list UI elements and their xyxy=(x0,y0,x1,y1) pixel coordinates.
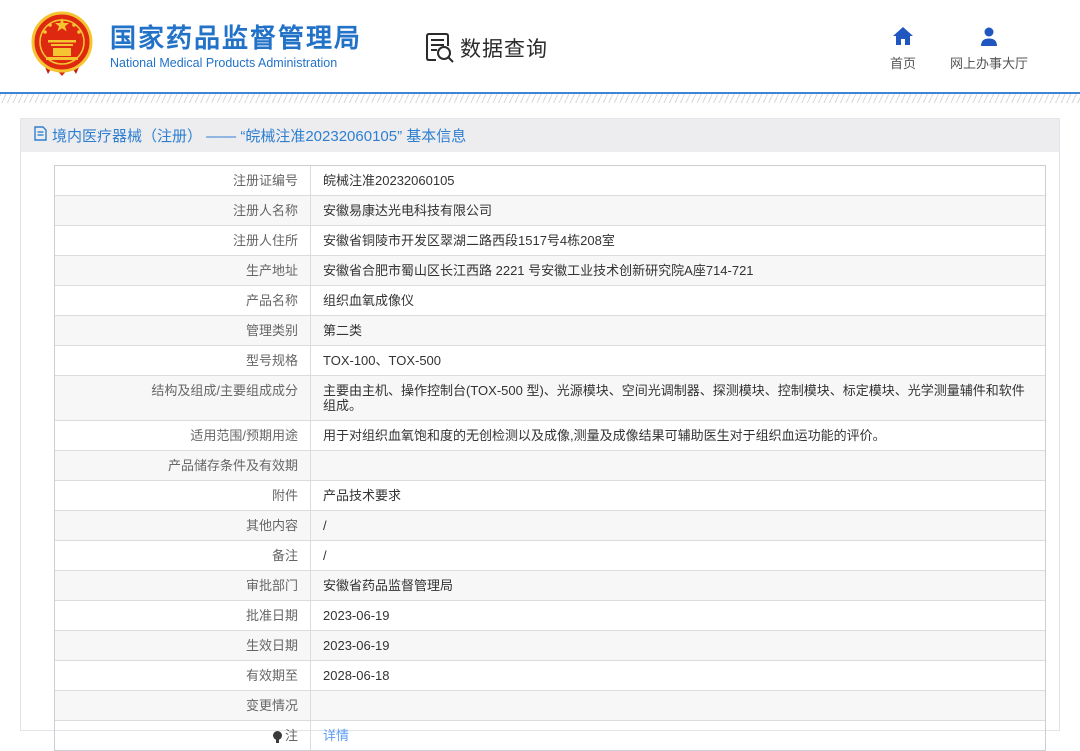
row-label: 产品名称 xyxy=(55,286,311,315)
info-panel: 境内医疗器械（注册） —— “皖械注准20232060105” 基本信息 注册证… xyxy=(20,118,1060,751)
row-label: 有效期至 xyxy=(55,661,311,690)
row-label: 型号规格 xyxy=(55,346,311,375)
table-row: 生效日期 2023-06-19 xyxy=(55,630,1045,660)
brand[interactable]: 国家药品监督管理局 National Medical Products Admi… xyxy=(28,10,362,83)
table-row: 适用范围/预期用途 用于对组织血氧饱和度的无创检测以及成像,测量及成像结果可辅助医… xyxy=(55,420,1045,450)
row-value: 详情 xyxy=(311,721,1045,750)
row-value: 安徽易康达光电科技有限公司 xyxy=(323,203,493,218)
row-value: / xyxy=(323,518,327,533)
row-value: 安徽省铜陵市开发区翠湖二路西段1517号4栋208室 xyxy=(323,233,615,248)
row-value: 2028-06-18 xyxy=(323,668,390,683)
table-row: 有效期至 2028-06-18 xyxy=(55,660,1045,690)
nav-label: 首页 xyxy=(889,56,916,71)
row-label: 结构及组成/主要组成成分 xyxy=(55,376,311,420)
table-row: 型号规格 TOX-100、TOX-500 xyxy=(55,345,1045,375)
header-divider-hatch xyxy=(0,94,1080,103)
table-row: 产品储存条件及有效期 xyxy=(55,450,1045,480)
row-value: 安徽省合肥市蜀山区长江西路 2221 号安徽工业技术创新研究院A座714-721 xyxy=(323,263,754,278)
panel-title: 境内医疗器械（注册） —— “皖械注准20232060105” 基本信息 xyxy=(34,125,466,146)
row-value xyxy=(311,451,1045,480)
row-label: 生产地址 xyxy=(55,256,311,285)
table-row: 生产地址 安徽省合肥市蜀山区长江西路 2221 号安徽工业技术创新研究院A座714… xyxy=(55,255,1045,285)
table-row: 管理类别 第二类 xyxy=(55,315,1045,345)
table-row: 附件 产品技术要求 xyxy=(55,480,1045,510)
table-row: 注册人名称 安徽易康达光电科技有限公司 xyxy=(55,195,1045,225)
detail-link[interactable]: 详情 xyxy=(323,728,349,743)
row-value xyxy=(311,691,1045,720)
document-icon xyxy=(34,126,47,145)
row-label: 附件 xyxy=(55,481,311,510)
row-value: 安徽省药品监督管理局 xyxy=(323,578,454,593)
bulb-icon xyxy=(272,731,282,743)
table-row: 结构及组成/主要组成成分 主要由主机、操作控制台(TOX-500 型)、光源模块、… xyxy=(55,375,1045,420)
nav-label: 网上办事大厅 xyxy=(949,56,1028,71)
row-label: 审批部门 xyxy=(55,571,311,600)
row-label: 备注 xyxy=(55,541,311,570)
row-value: 2023-06-19 xyxy=(323,638,390,653)
national-emblem-logo xyxy=(28,10,96,83)
table-row: 注册人住所 安徽省铜陵市开发区翠湖二路西段1517号4栋208室 xyxy=(55,225,1045,255)
row-value: TOX-100、TOX-500 xyxy=(323,353,442,368)
row-value: 产品技术要求 xyxy=(323,488,402,503)
table-row: 变更情况 xyxy=(55,690,1045,720)
user-icon xyxy=(978,26,1000,46)
panel-title-text: 境内医疗器械（注册） —— “皖械注准20232060105” 基本信息 xyxy=(52,128,467,145)
table-row: 批准日期 2023-06-19 xyxy=(55,600,1045,630)
table-row: 注详情 xyxy=(55,720,1045,750)
row-label: 变更情况 xyxy=(55,691,311,720)
row-label: 适用范围/预期用途 xyxy=(55,421,311,450)
row-value: 用于对组织血氧饱和度的无创检测以及成像,测量及成像结果可辅助医生对于组织血运功能… xyxy=(323,428,886,443)
row-value: 2023-06-19 xyxy=(323,608,390,623)
row-label: 其他内容 xyxy=(55,511,311,540)
row-label: 注册证编号 xyxy=(55,166,311,195)
row-label: 批准日期 xyxy=(55,601,311,630)
row-value: 组织血氧成像仪 xyxy=(323,293,415,308)
row-label: 注册人住所 xyxy=(55,226,311,255)
header-nav: 首页 网上办事大厅 xyxy=(890,26,1028,72)
row-label: 生效日期 xyxy=(55,631,311,660)
row-label: 管理类别 xyxy=(55,316,311,345)
row-value: / xyxy=(323,548,327,563)
table-row: 备注 / xyxy=(55,540,1045,570)
row-label: 注册人名称 xyxy=(55,196,311,225)
table-row: 注册证编号 皖械注准20232060105 xyxy=(55,166,1045,195)
table-row: 产品名称 组织血氧成像仪 xyxy=(55,285,1045,315)
info-table: 注册证编号 皖械注准20232060105 注册人名称 安徽易康达光电科技有限公司 注册… xyxy=(54,165,1046,751)
row-label: 注 xyxy=(55,721,311,750)
table-row: 审批部门 安徽省药品监督管理局 xyxy=(55,570,1045,600)
data-query-section: 数据查询 xyxy=(424,32,548,64)
brand-subtitle: National Medical Products Administration xyxy=(110,55,338,70)
table-row: 其他内容 / xyxy=(55,510,1045,540)
row-value: 第二类 xyxy=(323,323,363,338)
section-label: 数据查询 xyxy=(460,38,549,61)
row-label: 产品储存条件及有效期 xyxy=(55,451,311,480)
row-value: 主要由主机、操作控制台(TOX-500 型)、光源模块、空间光调制器、探测模块、… xyxy=(323,383,1025,413)
panel-header: 境内医疗器械（注册） —— “皖械注准20232060105” 基本信息 xyxy=(21,119,1059,152)
doc-magnifier-icon xyxy=(424,32,454,64)
row-value: 皖械注准20232060105 xyxy=(323,173,455,188)
brand-title: 国家药品监督管理局 xyxy=(110,22,363,53)
nav-item-home[interactable]: 首页 xyxy=(890,26,916,72)
home-icon xyxy=(892,26,914,46)
page-header: 国家药品监督管理局 National Medical Products Admi… xyxy=(0,0,1080,92)
nav-item-online-hall[interactable]: 网上办事大厅 xyxy=(950,26,1028,72)
